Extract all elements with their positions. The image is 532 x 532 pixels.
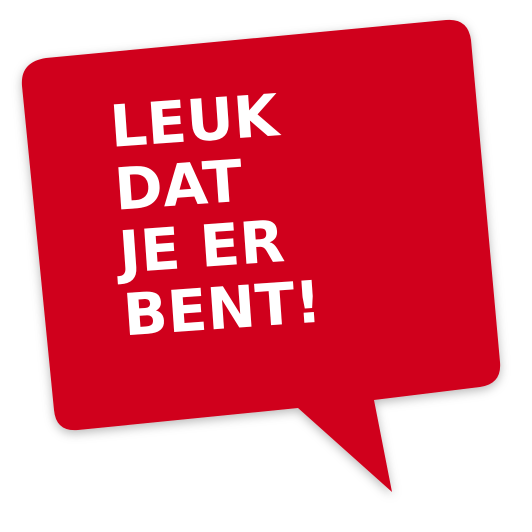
speech-bubble-graphic: LEUK DAT JE ER BENT!	[0, 0, 532, 532]
bubble-message: LEUK DAT JE ER BENT!	[108, 75, 425, 349]
